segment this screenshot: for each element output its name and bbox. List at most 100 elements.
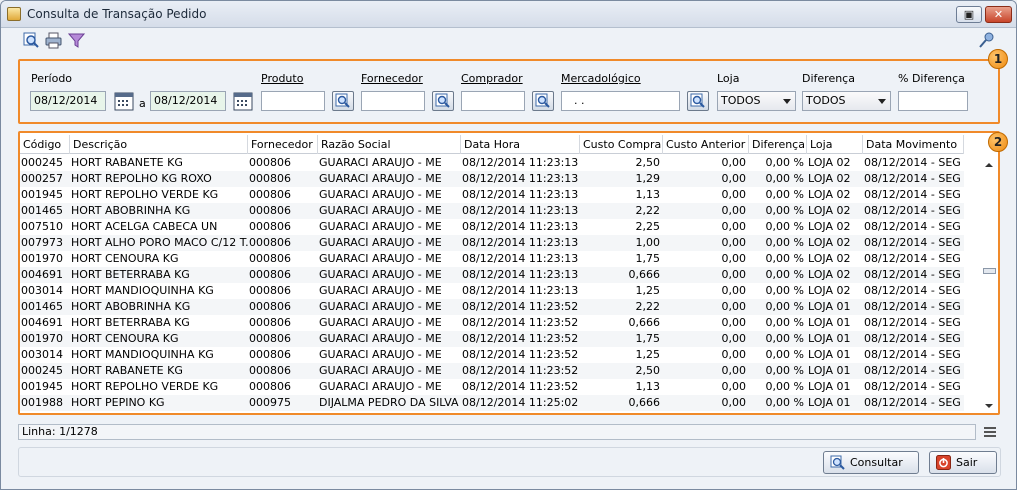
table-row[interactable]: 001465 HORT ABOBRINHA KG 000806 GUARACI ARA… xyxy=(20,203,964,219)
table-cell: 007973 xyxy=(21,236,63,249)
table-cell: 0,00 % xyxy=(765,188,804,201)
table-row[interactable]: 000257 HORT REPOLHO KG ROXO 000806 GUARACI … xyxy=(20,171,964,187)
table-row[interactable]: 004691 HORT BETERRABA KG 000806 GUARACI ARA… xyxy=(20,315,964,331)
table-cell: 0,00 xyxy=(721,156,747,169)
print-icon[interactable] xyxy=(45,32,62,49)
vertical-scrollbar[interactable] xyxy=(982,155,996,413)
table-cell: 0,00 % xyxy=(765,348,804,361)
scroll-down-icon[interactable] xyxy=(985,404,993,408)
column-header[interactable]: Descrição xyxy=(70,135,248,154)
table-cell: 0,00 % xyxy=(765,396,804,409)
table-cell: 08/12/2014 - SEG xyxy=(864,172,961,185)
table-row[interactable]: 007973 HORT ALHO PORO MACO C/12 T... 00080… xyxy=(20,235,964,251)
fornecedor-label[interactable]: Fornecedor xyxy=(361,72,423,85)
table-cell: 0,00 xyxy=(721,188,747,201)
restore-button[interactable]: ▣ xyxy=(956,6,982,23)
table-row[interactable]: 004691 HORT BETERRABA KG 000806 GUARACI ARA… xyxy=(20,267,964,283)
close-button[interactable]: ✕ xyxy=(985,6,1012,23)
table-cell: 000806 xyxy=(249,268,291,281)
search-icon[interactable] xyxy=(23,32,40,49)
table-row[interactable]: 001988 HORT PEPINO KG 000975 DIJALMA PEDRO … xyxy=(20,395,964,411)
pct-diferenca-label: % Diferença xyxy=(898,72,965,85)
table-cell: LOJA 01 xyxy=(808,396,851,409)
column-header[interactable]: Loja xyxy=(807,135,863,154)
table-row[interactable]: 000245 HORT RABANETE KG 000806 GUARACI ARAU… xyxy=(20,155,964,171)
table-cell: LOJA 02 xyxy=(808,188,851,201)
window-title: Consulta de Transação Pedido xyxy=(27,7,207,21)
date-to-field[interactable]: 08/12/2014 xyxy=(150,91,226,111)
column-header[interactable]: Diferença xyxy=(749,135,807,154)
column-header[interactable]: Fornecedor xyxy=(248,135,318,154)
table-cell: 000806 xyxy=(249,252,291,265)
sair-button[interactable]: Sair xyxy=(929,451,997,474)
table-row[interactable]: 003014 HORT MANDIOQUINHA KG 000806 GUARACI … xyxy=(20,283,964,299)
column-header[interactable]: Custo Compra xyxy=(580,135,663,154)
table-cell: GUARACI ARAUJO - ME xyxy=(319,236,442,249)
table-cell: 000806 xyxy=(249,188,291,201)
table-cell: 08/12/2014 11:23:13 xyxy=(462,252,579,265)
loja-select-value: TODOS xyxy=(721,94,761,107)
table-cell: LOJA 02 xyxy=(808,220,851,233)
table-cell: 08/12/2014 11:23:13 xyxy=(462,188,579,201)
table-cell: 0,00 % xyxy=(765,316,804,329)
key-icon[interactable] xyxy=(978,32,995,49)
comprador-input[interactable] xyxy=(461,91,525,111)
scroll-thumb[interactable] xyxy=(983,268,996,274)
table-cell: GUARACI ARAUJO - ME xyxy=(319,156,442,169)
section-badge-1: 1 xyxy=(988,49,1008,69)
table-row[interactable]: 007510 HORT ACELGA CABECA UN 000806 GUARACI… xyxy=(20,219,964,235)
table-cell: 0,00 % xyxy=(765,284,804,297)
table-cell: 007510 xyxy=(21,220,63,233)
table-cell: 1,25 xyxy=(635,348,661,361)
table-cell: 1,75 xyxy=(635,252,661,265)
table-row[interactable]: 001970 HORT CENOURA KG 000806 GUARACI ARAUJ… xyxy=(20,331,964,347)
table-cell: HORT ALHO PORO MACO C/12 T... xyxy=(71,236,248,249)
table-cell: 000245 xyxy=(21,364,63,377)
pct-diferenca-input[interactable] xyxy=(898,91,968,111)
produto-input[interactable] xyxy=(261,91,325,111)
table-cell: 0,666 xyxy=(628,268,661,281)
column-header[interactable]: Data Movimento xyxy=(863,135,964,154)
column-header[interactable]: Código xyxy=(20,135,70,154)
column-header[interactable]: Custo Anterior xyxy=(663,135,749,154)
calendar-to-icon[interactable] xyxy=(233,91,253,111)
filter-icon[interactable] xyxy=(68,32,85,49)
menu-icon[interactable] xyxy=(984,426,996,438)
table-cell: 0,00 % xyxy=(765,332,804,345)
row-counter: Linha: 1/1278 xyxy=(22,425,98,438)
table-cell: 000806 xyxy=(249,364,291,377)
calendar-from-icon[interactable] xyxy=(114,91,134,111)
table-row[interactable]: 001945 HORT REPOLHO VERDE KG 000806 GUARACI… xyxy=(20,187,964,203)
table-cell: 0,666 xyxy=(628,316,661,329)
table-cell: 0,00 % xyxy=(765,204,804,217)
table-row[interactable]: 001465 HORT ABOBRINHA KG 000806 GUARACI ARA… xyxy=(20,299,964,315)
grid-body[interactable]: 000245 HORT RABANETE KG 000806 GUARACI ARAU… xyxy=(20,155,964,413)
table-row[interactable]: 001970 HORT CENOURA KG 000806 GUARACI ARAUJ… xyxy=(20,251,964,267)
table-cell: HORT REPOLHO KG ROXO xyxy=(71,172,212,185)
date-from-field[interactable]: 08/12/2014 xyxy=(30,91,106,111)
column-header[interactable]: Data Hora xyxy=(461,135,580,154)
consultar-button[interactable]: Consultar xyxy=(823,451,919,474)
scroll-up-icon[interactable] xyxy=(985,163,993,167)
mercadologico-label[interactable]: Mercadológico xyxy=(561,72,641,85)
column-header[interactable]: Razão Social xyxy=(318,135,461,154)
table-row[interactable]: 001945 HORT REPOLHO VERDE KG 000806 GUARACI… xyxy=(20,379,964,395)
produto-label[interactable]: Produto xyxy=(261,72,303,85)
table-row[interactable]: 000245 HORT RABANETE KG 000806 GUARACI ARAU… xyxy=(20,363,964,379)
mercadologico-search-button[interactable] xyxy=(687,91,709,111)
produto-search-button[interactable] xyxy=(332,91,354,111)
table-cell: 0,666 xyxy=(628,396,661,409)
table-row[interactable]: 003014 HORT MANDIOQUINHA KG 000806 GUARACI … xyxy=(20,347,964,363)
comprador-label[interactable]: Comprador xyxy=(461,72,523,85)
table-cell: HORT MANDIOQUINHA KG xyxy=(71,348,214,361)
table-cell: HORT CENOURA KG xyxy=(71,332,179,345)
table-cell: 08/12/2014 - SEG xyxy=(864,188,961,201)
loja-select[interactable]: TODOS xyxy=(717,91,796,111)
table-cell: 08/12/2014 11:23:52 xyxy=(462,348,579,361)
comprador-search-button[interactable] xyxy=(532,91,554,111)
diferenca-select[interactable]: TODOS xyxy=(802,91,891,111)
table-cell: LOJA 02 xyxy=(808,252,851,265)
fornecedor-search-button[interactable] xyxy=(432,91,454,111)
fornecedor-input[interactable] xyxy=(361,91,425,111)
mercadologico-input[interactable]: . . xyxy=(561,91,680,111)
